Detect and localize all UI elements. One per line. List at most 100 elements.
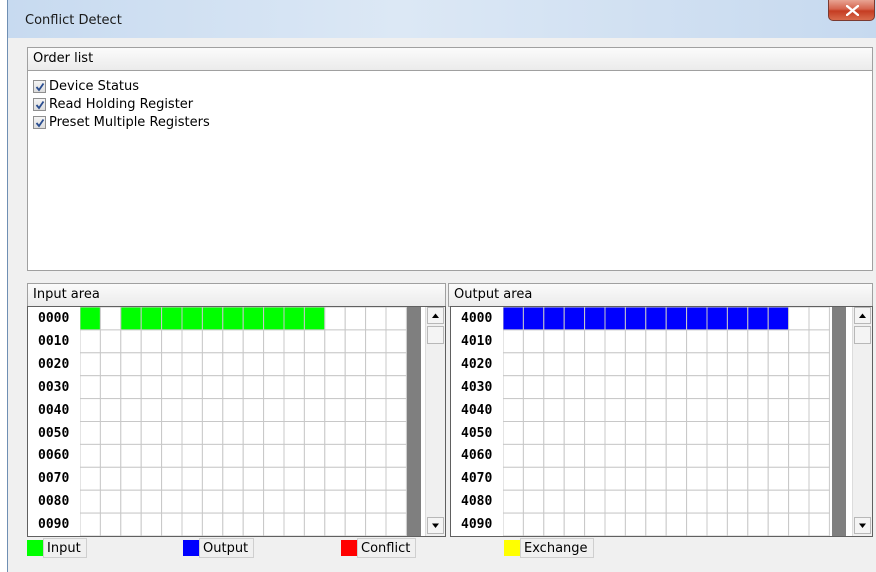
grid-cell[interactable] (788, 489, 810, 514)
grid-cell[interactable] (99, 421, 122, 445)
grid-cell[interactable] (543, 466, 565, 491)
grid-cell[interactable] (120, 489, 142, 514)
grid-cell[interactable] (522, 398, 545, 422)
grid-cell[interactable] (303, 329, 326, 354)
grid-cell[interactable] (303, 398, 326, 422)
grid-cell[interactable] (686, 307, 708, 331)
grid-cell[interactable] (344, 398, 367, 422)
grid-cell[interactable] (161, 307, 183, 331)
grid-cell[interactable] (584, 329, 606, 354)
grid-cell[interactable] (604, 398, 626, 422)
grid-cell[interactable] (344, 489, 367, 514)
grid-cell[interactable] (181, 307, 203, 331)
grid-cell[interactable] (222, 443, 244, 468)
grid-cell[interactable] (80, 352, 101, 377)
grid-cell[interactable] (747, 443, 769, 468)
grid-cell[interactable] (726, 421, 749, 445)
grid-cell[interactable] (222, 329, 244, 354)
grid-cell[interactable] (365, 329, 387, 354)
scroll-down-button[interactable] (854, 517, 871, 534)
grid-cell[interactable] (385, 307, 407, 331)
grid-cell[interactable] (665, 512, 688, 536)
grid-cell[interactable] (385, 375, 407, 400)
grid-cell[interactable] (645, 489, 667, 514)
grid-cell[interactable] (324, 421, 346, 445)
grid-cell[interactable] (726, 398, 749, 422)
grid-cell[interactable] (686, 375, 708, 400)
grid-cell[interactable] (767, 489, 790, 514)
grid-cell[interactable] (522, 375, 545, 400)
output-cell-grid[interactable] (503, 307, 830, 536)
grid-cell[interactable] (201, 398, 224, 422)
grid-cell[interactable] (222, 421, 244, 445)
grid-cell[interactable] (303, 466, 326, 491)
title-bar[interactable]: Conflict Detect (8, 0, 876, 38)
grid-cell[interactable] (686, 398, 708, 422)
grid-cell[interactable] (242, 489, 265, 514)
grid-cell[interactable] (140, 466, 163, 491)
grid-cell[interactable] (686, 443, 708, 468)
grid-cell[interactable] (263, 489, 285, 514)
grid-cell[interactable] (604, 512, 626, 536)
grid-cell[interactable] (645, 443, 667, 468)
grid-cell[interactable] (503, 307, 524, 331)
grid-cell[interactable] (808, 375, 830, 400)
grid-cell[interactable] (263, 443, 285, 468)
grid-cell[interactable] (503, 489, 524, 514)
grid-cell[interactable] (120, 329, 142, 354)
grid-cell[interactable] (767, 398, 790, 422)
grid-cell[interactable] (161, 443, 183, 468)
grid-cell[interactable] (706, 375, 728, 400)
grid-cell[interactable] (140, 307, 163, 331)
grid-cell[interactable] (161, 398, 183, 422)
grid-cell[interactable] (201, 489, 224, 514)
grid-cell[interactable] (283, 398, 305, 422)
grid-cell[interactable] (242, 329, 265, 354)
grid-cell[interactable] (604, 466, 626, 491)
grid-cell[interactable] (665, 398, 688, 422)
grid-cell[interactable] (242, 512, 265, 536)
grid-cell[interactable] (181, 329, 203, 354)
grid-cell[interactable] (242, 307, 265, 331)
grid-cell[interactable] (767, 352, 790, 377)
grid-cell[interactable] (584, 352, 606, 377)
order-item-preset-multiple-registers[interactable]: Preset Multiple Registers (33, 113, 210, 131)
grid-cell[interactable] (161, 352, 183, 377)
grid-cell[interactable] (604, 421, 626, 445)
grid-cell[interactable] (324, 443, 346, 468)
grid-cell[interactable] (161, 489, 183, 514)
grid-cell[interactable] (563, 421, 586, 445)
grid-cell[interactable] (706, 398, 728, 422)
grid-cell[interactable] (543, 375, 565, 400)
grid-cell[interactable] (140, 489, 163, 514)
grid-cell[interactable] (303, 307, 326, 331)
grid-cell[interactable] (808, 512, 830, 536)
grid-cell[interactable] (624, 421, 647, 445)
grid-cell[interactable] (543, 512, 565, 536)
grid-cell[interactable] (604, 489, 626, 514)
grid-cell[interactable] (263, 421, 285, 445)
grid-cell[interactable] (563, 329, 586, 354)
grid-cell[interactable] (303, 512, 326, 536)
grid-cell[interactable] (365, 375, 387, 400)
grid-cell[interactable] (726, 375, 749, 400)
grid-cell[interactable] (788, 329, 810, 354)
grid-cell[interactable] (120, 466, 142, 491)
grid-cell[interactable] (303, 489, 326, 514)
grid-cell[interactable] (365, 307, 387, 331)
grid-cell[interactable] (706, 443, 728, 468)
grid-cell[interactable] (788, 352, 810, 377)
grid-cell[interactable] (365, 443, 387, 468)
grid-cell[interactable] (120, 421, 142, 445)
grid-cell[interactable] (522, 352, 545, 377)
grid-cell[interactable] (140, 352, 163, 377)
grid-cell[interactable] (706, 489, 728, 514)
grid-cell[interactable] (99, 375, 122, 400)
grid-cell[interactable] (385, 466, 407, 491)
grid-cell[interactable] (99, 352, 122, 377)
grid-cell[interactable] (584, 421, 606, 445)
grid-cell[interactable] (584, 466, 606, 491)
grid-cell[interactable] (808, 307, 830, 331)
grid-cell[interactable] (503, 443, 524, 468)
grid-cell[interactable] (686, 489, 708, 514)
